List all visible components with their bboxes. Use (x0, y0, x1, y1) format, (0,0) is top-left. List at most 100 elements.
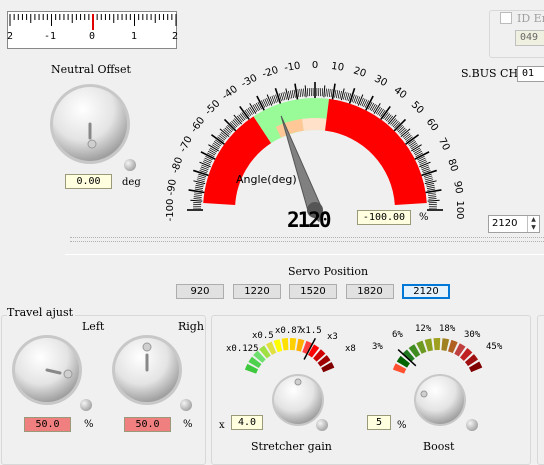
gauge-tick (214, 141, 221, 145)
boost-value[interactable]: 5 (367, 415, 391, 430)
gauge-tick (209, 150, 216, 154)
gauge-tick (428, 197, 436, 198)
gauge-tick (196, 185, 204, 187)
knob-graphic (10, 333, 84, 407)
ruler-tick-label: 1 (131, 31, 137, 42)
gauge-tick-label: 20 (352, 65, 368, 79)
gauge-tick-label: 70 (436, 136, 452, 152)
gauge-tick-label: -90 (166, 178, 179, 196)
stretcher-scale-label: x0.125 (226, 344, 259, 354)
gauge-tick (345, 92, 347, 100)
boost-knob[interactable] (412, 372, 468, 428)
servo-position-button-1820[interactable]: 1820 (346, 284, 394, 299)
spin-arrows[interactable]: ▲▼ (527, 216, 539, 232)
gauge-tick (248, 108, 252, 115)
gauge-tick (255, 104, 259, 111)
knob-graphic (412, 372, 468, 428)
boost-led (466, 419, 478, 431)
gauge-tick (208, 151, 215, 155)
gauge-band-peach (302, 118, 326, 131)
gauge-tick (376, 107, 380, 114)
travel-left-led (80, 399, 92, 411)
gauge-tick-label: 40 (392, 85, 409, 101)
gauge-tick (257, 96, 264, 110)
gauge-tick-label: 10 (330, 61, 344, 74)
boost-meter-segment (441, 338, 449, 351)
boost-scale-label: 6% (392, 330, 403, 340)
travel-left-knob[interactable] (10, 333, 84, 407)
neutral-offset-value[interactable]: 0.00 (65, 174, 112, 189)
servo-position-button-920[interactable]: 920 (176, 284, 224, 299)
gauge-tick (326, 89, 327, 97)
gauge-tick (194, 199, 202, 200)
gauge-tick (213, 143, 220, 147)
boost-unit: % (397, 420, 407, 431)
gauge-tick (373, 105, 377, 112)
gauge-tick (226, 126, 232, 131)
separator (65, 254, 544, 255)
right-groupbox (537, 315, 544, 465)
neutral-offset-knob[interactable] (48, 82, 132, 166)
gauge-tick-label: 90 (451, 180, 464, 194)
position-slider-track[interactable] (70, 237, 544, 242)
gauge-band-red-left (203, 116, 271, 205)
gauge-tick-label: 0 (312, 60, 318, 71)
id-value[interactable]: 049 (515, 30, 544, 46)
gauge-tick (210, 148, 217, 152)
stretcher-scale-label: x0.5 (252, 331, 274, 341)
sbus-channel[interactable]: 01 (517, 66, 544, 82)
gauge-tick-label: 50 (409, 99, 426, 116)
stretcher-gain-value[interactable]: 4.0 (231, 415, 263, 430)
gauge-tick (239, 115, 244, 121)
neutral-offset-unit: deg (122, 177, 141, 188)
gauge-tick (305, 85, 306, 97)
gauge-tick (329, 89, 330, 97)
gauge-tick (197, 180, 205, 182)
servo-position-button-1220[interactable]: 1220 (233, 284, 281, 299)
servo-position-title: Servo Position (288, 265, 368, 278)
spin-up-icon[interactable]: ▲ (528, 216, 539, 224)
neutral-offset-title: Neutral Offset (51, 63, 131, 76)
travel-left-value[interactable]: 50.0 (24, 417, 71, 432)
gauge-tick (411, 145, 418, 149)
travel-right-knob[interactable] (110, 333, 184, 407)
id-checkbox[interactable] (500, 12, 512, 24)
gauge-tick (220, 134, 226, 139)
stretcher-scale-label: x0.87 (275, 326, 302, 336)
gauge-tick (425, 180, 433, 182)
boost-scale-label: 18% (439, 324, 455, 334)
gauge-tick (324, 85, 325, 97)
servo-position-button-2120[interactable]: 2120 (402, 284, 450, 299)
stretcher-led (316, 419, 328, 431)
gauge-tick (298, 89, 299, 97)
gauge-tick-label: -70 (178, 135, 195, 155)
position-spinbox[interactable]: 2120 ▲▼ (488, 215, 540, 233)
stretcher-scale-label: x3 (327, 332, 338, 342)
travel-right-led (180, 399, 192, 411)
boost-meter-segment (433, 338, 440, 350)
gauge-tick (426, 183, 434, 185)
spin-down-icon[interactable]: ▼ (528, 224, 539, 232)
gauge-percent-value[interactable]: -100.00 (357, 210, 411, 225)
gauge-tick-label: -60 (189, 115, 208, 135)
gauge-tick (240, 114, 245, 120)
gauge-tick (428, 195, 436, 196)
gauge-tick-label: -50 (203, 98, 222, 117)
stretcher-prefix: x (219, 420, 225, 431)
gauge-tick (378, 108, 382, 115)
gauge-tick (404, 134, 410, 139)
gauge-tick (195, 189, 203, 190)
gauge-tick (225, 128, 231, 133)
ruler-tick-label: 2 (7, 31, 13, 42)
servo-position-button-1520[interactable]: 1520 (289, 284, 337, 299)
neutral-offset-led (124, 159, 136, 171)
gauge-tick (385, 114, 390, 120)
gauge-tick (429, 202, 437, 203)
gauge-tick (231, 121, 236, 127)
gauge-tick (194, 195, 202, 196)
knob-graphic (48, 82, 132, 166)
gauge-tick (294, 90, 295, 98)
travel-right-value[interactable]: 50.0 (124, 417, 171, 432)
gauge-tick (328, 89, 329, 97)
gauge-tick (194, 193, 202, 194)
